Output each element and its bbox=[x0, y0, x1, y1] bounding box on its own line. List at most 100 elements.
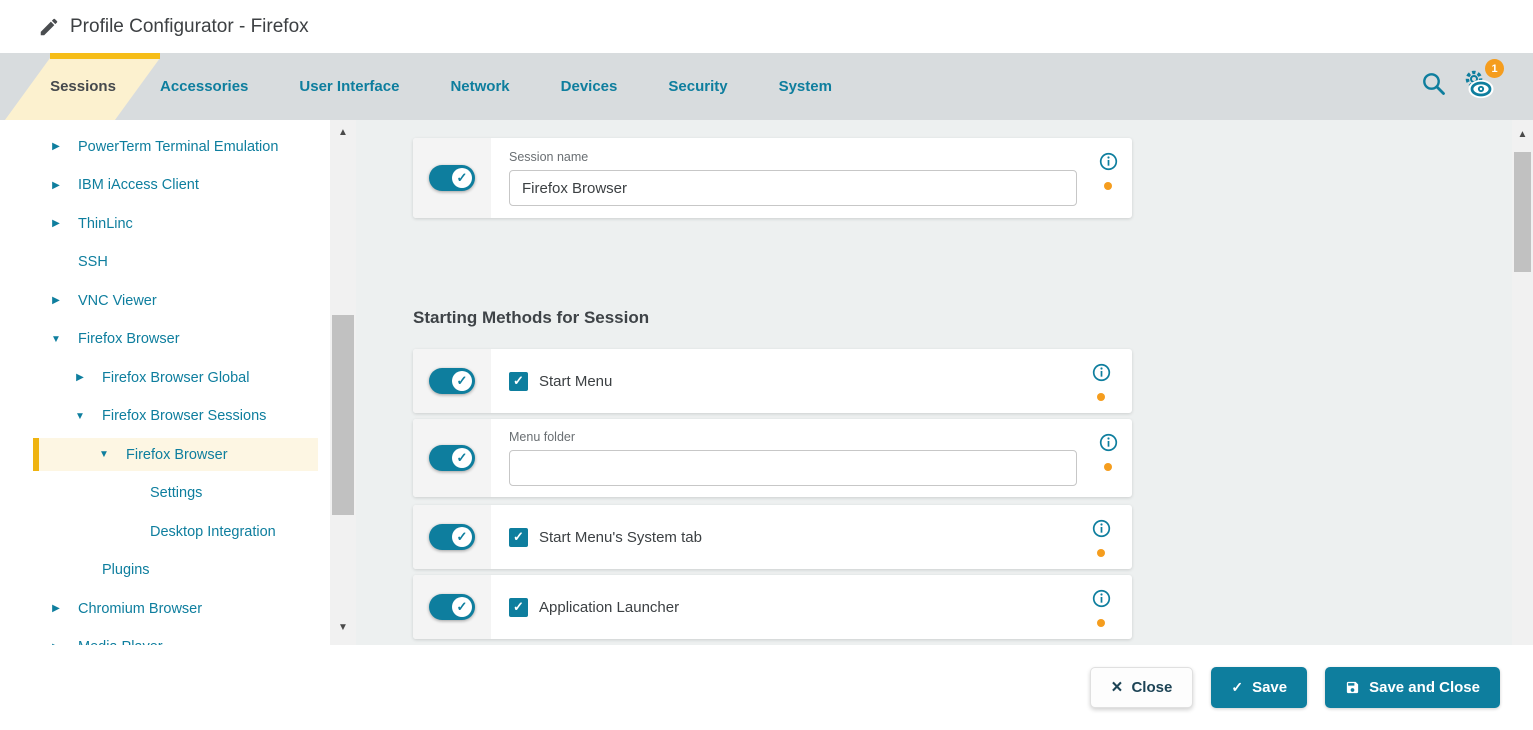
sidebar-tree-item[interactable]: Desktop Integration bbox=[33, 515, 318, 548]
sidebar-tree-item[interactable]: ▶ IBM iAccess Client bbox=[33, 169, 318, 202]
scroll-up-arrow[interactable]: ▲ bbox=[1512, 128, 1533, 142]
search-icon[interactable] bbox=[1421, 71, 1447, 102]
close-x-icon: × bbox=[1111, 678, 1122, 697]
sidebar-tree-item[interactable]: SSH bbox=[33, 246, 318, 279]
session-name-row: ✓ Session name bbox=[413, 138, 1132, 218]
tree-item-label: SSH bbox=[78, 254, 108, 270]
tree-item-label: IBM iAccess Client bbox=[78, 177, 199, 193]
tree-item-label: Firefox Browser bbox=[126, 447, 228, 463]
sidebar-tree-item[interactable]: ▼ Firefox Browser bbox=[33, 323, 318, 356]
sidebar-tree-item[interactable]: ▶ ThinLinc bbox=[33, 207, 318, 240]
setting-enabled-toggle[interactable]: ✓ bbox=[429, 594, 475, 620]
sidebar-tree-item[interactable]: ▶ VNC Viewer bbox=[33, 284, 318, 317]
toggle-knob: ✓ bbox=[452, 597, 472, 617]
pencil-edit-icon bbox=[38, 16, 60, 38]
setting-row: ✓ ✓ Start Menu bbox=[413, 349, 1132, 413]
info-icon[interactable] bbox=[1099, 433, 1118, 452]
info-icon[interactable] bbox=[1092, 589, 1111, 608]
setting-text-input[interactable] bbox=[509, 450, 1077, 486]
tree-arrow-icon[interactable]: ▼ bbox=[74, 411, 86, 422]
session-name-input[interactable] bbox=[509, 170, 1077, 206]
sidebar-tree-item[interactable]: ▼ Firefox Browser Sessions bbox=[33, 400, 318, 433]
setting-enabled-toggle[interactable]: ✓ bbox=[429, 445, 475, 471]
setting-label: Application Launcher bbox=[539, 599, 679, 616]
session-tree-panel: ▶ PowerTerm Terminal Emulation ▶ IBM iAc… bbox=[0, 120, 330, 645]
tree-arrow-icon[interactable]: ▶ bbox=[50, 603, 62, 614]
info-icon[interactable] bbox=[1099, 152, 1118, 171]
tree-item-label: Firefox Browser Sessions bbox=[102, 408, 266, 424]
toggle-column: ✓ bbox=[413, 349, 491, 413]
tree-arrow-icon[interactable]: ▼ bbox=[50, 334, 62, 345]
save-and-close-button[interactable]: Save and Close bbox=[1325, 667, 1500, 708]
field-label: Session name bbox=[509, 150, 1077, 164]
tab-network[interactable]: Network bbox=[450, 78, 509, 95]
field-label: Menu folder bbox=[509, 430, 1077, 444]
tab-bar: Sessions Accessories User Interface Networ… bbox=[0, 53, 1533, 120]
gear-eye-icon[interactable]: 1 bbox=[1463, 69, 1495, 104]
sidebar-tree-item[interactable]: Plugins bbox=[33, 554, 318, 587]
tree-arrow-icon[interactable]: ▶ bbox=[74, 372, 86, 383]
session-enabled-toggle[interactable]: ✓ bbox=[429, 165, 475, 191]
toggle-column: ✓ bbox=[413, 138, 491, 218]
tab-label: Sessions bbox=[50, 78, 116, 95]
app-header: Profile Configurator - Firefox bbox=[0, 0, 1533, 53]
info-icon[interactable] bbox=[1092, 363, 1111, 382]
sidebar-tree-item[interactable]: ▼ Firefox Browser bbox=[33, 438, 318, 471]
toggle-knob: ✓ bbox=[452, 527, 472, 547]
tree-item-label: ThinLinc bbox=[78, 216, 133, 232]
toggle-column: ✓ bbox=[413, 575, 491, 639]
section-heading: Starting Methods for Session bbox=[413, 308, 1132, 328]
setting-checkbox[interactable]: ✓ bbox=[509, 528, 528, 547]
tree-arrow-icon[interactable]: ▶ bbox=[50, 218, 62, 229]
main-scrollbar[interactable]: ▲ bbox=[1512, 120, 1533, 645]
tab-devices[interactable]: Devices bbox=[561, 78, 618, 95]
tree-arrow-icon[interactable]: ▼ bbox=[98, 449, 110, 460]
tree-scrollbar[interactable]: ▲ ▼ bbox=[330, 120, 356, 645]
sidebar-tree-item[interactable]: ▶ Firefox Browser Global bbox=[33, 361, 318, 394]
setting-enabled-toggle[interactable]: ✓ bbox=[429, 524, 475, 550]
setting-label: Start Menu's System tab bbox=[539, 529, 702, 546]
sidebar-tree-item[interactable]: ▶ Chromium Browser bbox=[33, 592, 318, 625]
scroll-up-arrow[interactable]: ▲ bbox=[330, 126, 356, 140]
tree-item-label: Settings bbox=[150, 485, 202, 501]
sidebar-tree-item[interactable]: Settings bbox=[33, 477, 318, 510]
sidebar-tree-item[interactable]: ▶ PowerTerm Terminal Emulation bbox=[33, 130, 318, 163]
setting-row: ✓ Menu folder bbox=[413, 419, 1132, 497]
tree-scrollbar-thumb[interactable] bbox=[332, 315, 354, 515]
setting-checkbox[interactable]: ✓ bbox=[509, 598, 528, 617]
sidebar-tree-item[interactable]: ▶ Media Player bbox=[33, 631, 318, 646]
tree-item-label: Chromium Browser bbox=[78, 601, 202, 617]
tree-item-label: Desktop Integration bbox=[150, 524, 276, 540]
toggle-knob: ✓ bbox=[452, 371, 472, 391]
toggle-knob: ✓ bbox=[452, 168, 472, 188]
modified-indicator-dot bbox=[1104, 463, 1112, 471]
setting-checkbox[interactable]: ✓ bbox=[509, 372, 528, 391]
toggle-column: ✓ bbox=[413, 419, 491, 497]
tab-accessories[interactable]: Accessories bbox=[160, 78, 248, 95]
notification-badge: 1 bbox=[1485, 59, 1504, 78]
setting-enabled-toggle[interactable]: ✓ bbox=[429, 368, 475, 394]
info-icon[interactable] bbox=[1092, 519, 1111, 538]
tab-system[interactable]: System bbox=[779, 78, 832, 95]
tree-item-label: VNC Viewer bbox=[78, 293, 157, 309]
scroll-down-arrow[interactable]: ▼ bbox=[330, 621, 356, 635]
tree-arrow-icon[interactable]: ▶ bbox=[50, 180, 62, 191]
tree-arrow-icon[interactable]: ▶ bbox=[50, 141, 62, 152]
content-region: ▶ PowerTerm Terminal Emulation ▶ IBM iAc… bbox=[0, 120, 1533, 645]
action-footer: × Close ✓ Save Save and Close bbox=[0, 645, 1533, 730]
floppy-save-icon bbox=[1345, 680, 1360, 695]
tree-item-label: Firefox Browser Global bbox=[102, 370, 249, 386]
tree-item-label: Plugins bbox=[102, 562, 150, 578]
tree-item-label: PowerTerm Terminal Emulation bbox=[78, 139, 278, 155]
tab-security[interactable]: Security bbox=[668, 78, 727, 95]
modified-indicator-dot bbox=[1104, 182, 1112, 190]
toggle-knob: ✓ bbox=[452, 448, 472, 468]
main-scrollbar-thumb[interactable] bbox=[1514, 152, 1531, 272]
close-button[interactable]: × Close bbox=[1090, 667, 1193, 708]
page-title: Profile Configurator - Firefox bbox=[70, 16, 309, 38]
tree-item-label: Firefox Browser bbox=[78, 331, 180, 347]
setting-row: ✓ ✓ Application Launcher bbox=[413, 575, 1132, 639]
save-button[interactable]: ✓ Save bbox=[1211, 667, 1307, 708]
tree-arrow-icon[interactable]: ▶ bbox=[50, 295, 62, 306]
tab-user-interface[interactable]: User Interface bbox=[299, 78, 399, 95]
